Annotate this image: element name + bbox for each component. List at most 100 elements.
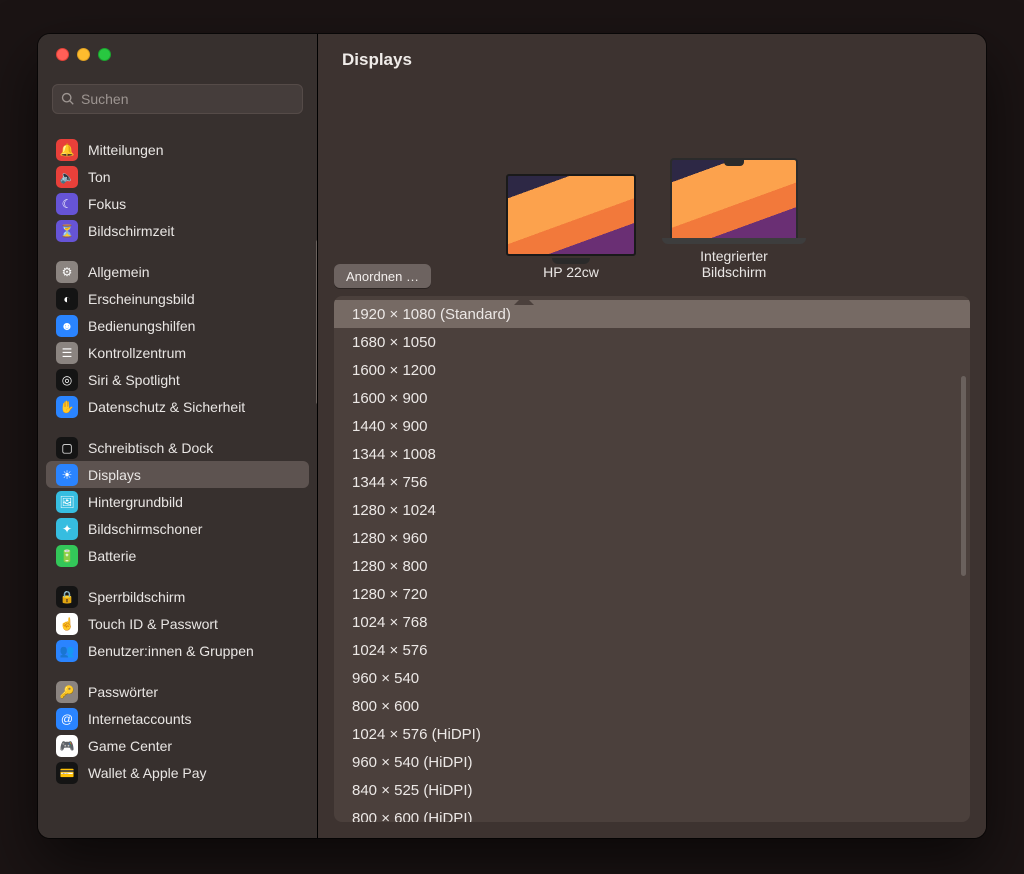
resolution-option[interactable]: 1280 × 1024 <box>334 496 970 524</box>
sidebar-item-wallet-apple-pay[interactable]: 💳 Wallet & Apple Pay <box>46 759 309 786</box>
sidebar-item-label: Wallet & Apple Pay <box>88 765 207 781</box>
sidebar-item-game-center[interactable]: 🎮 Game Center <box>46 732 309 759</box>
sidebar-item-label: Sperrbildschirm <box>88 589 185 605</box>
sidebar-item-label: Mitteilungen <box>88 142 164 158</box>
sidebar-item-label: Ton <box>88 169 111 185</box>
sidebar-item-label: Schreibtisch & Dock <box>88 440 213 456</box>
display-external[interactable]: HP 22cw <box>506 174 636 280</box>
hourglass-icon: ⏳ <box>56 220 78 242</box>
finger-icon: ☝ <box>56 613 78 635</box>
sidebar-item-sperrbildschirm[interactable]: 🔒 Sperrbildschirm <box>46 583 309 610</box>
minimize-icon[interactable] <box>77 48 90 61</box>
resolution-option[interactable]: 800 × 600 <box>334 692 970 720</box>
resolution-option[interactable]: 840 × 525 (HiDPI) <box>334 776 970 804</box>
sparkle-icon: ✦ <box>56 518 78 540</box>
sidebar-item-label: Erscheinungsbild <box>88 291 195 307</box>
gear-icon: ⚙ <box>56 261 78 283</box>
sidebar-item-touch-id-passwort[interactable]: ☝Touch ID & Passwort <box>46 610 309 637</box>
sidebar-item-label: Internetaccounts <box>88 711 192 727</box>
bell-icon: 🔔 <box>56 139 78 161</box>
monitor-icon <box>506 174 636 256</box>
sidebar-item-label: Game Center <box>88 738 172 754</box>
sidebar-item-kontrollzentrum[interactable]: ☰ Kontrollzentrum <box>46 339 309 366</box>
sidebar-item-label: Bedienungshilfen <box>88 318 195 334</box>
window-controls <box>38 34 317 74</box>
resolution-option[interactable]: 1680 × 1050 <box>334 328 970 356</box>
resolution-option[interactable]: 1024 × 576 <box>334 636 970 664</box>
moon-icon: ☾ <box>56 193 78 215</box>
users-icon: 👥 <box>56 640 78 662</box>
resolution-option[interactable]: 800 × 600 (HiDPI) <box>334 804 970 822</box>
sidebar-item-fokus[interactable]: ☾ Fokus <box>46 190 309 217</box>
sidebar-item-label: Batterie <box>88 548 136 564</box>
sidebar-item-label: Fokus <box>88 196 126 212</box>
game-icon: 🎮 <box>56 735 78 757</box>
resolution-option[interactable]: 1024 × 768 <box>334 608 970 636</box>
sidebar-item-label: Bildschirmschoner <box>88 521 202 537</box>
sidebar-item-internetaccounts[interactable]: @Internetaccounts <box>46 705 309 732</box>
resolution-option[interactable]: 1920 × 1080 (Standard) <box>334 300 970 328</box>
sidebar-item-erscheinungsbild[interactable]: ◐ Erscheinungsbild <box>46 285 309 312</box>
sidebar-item-passw-rter[interactable]: 🔑 Passwörter <box>46 678 309 705</box>
sidebar-item-bildschirmschoner[interactable]: ✦ Bildschirmschoner <box>46 515 309 542</box>
sidebar-item-label: Allgemein <box>88 264 149 280</box>
close-icon[interactable] <box>56 48 69 61</box>
dock-icon: ▢ <box>56 437 78 459</box>
wallet-icon: 💳 <box>56 762 78 784</box>
sidebar-item-datenschutz-sicherheit[interactable]: ✋Datenschutz & Sicherheit <box>46 393 309 420</box>
resolution-option[interactable]: 1344 × 1008 <box>334 440 970 468</box>
sidebar-item-label: Bildschirmzeit <box>88 223 174 239</box>
arrange-button[interactable]: Anordnen … <box>334 264 431 288</box>
circle-half-icon: ◐ <box>56 288 78 310</box>
sidebar-item-schreibtisch-dock[interactable]: ▢ Schreibtisch & Dock <box>46 434 309 461</box>
popover-arrow-icon <box>514 296 534 305</box>
sidebar-item-displays[interactable]: ☀ Displays <box>46 461 309 488</box>
sidebar-item-batterie[interactable]: 🔋Batterie <box>46 542 309 569</box>
resolution-option[interactable]: 1344 × 756 <box>334 468 970 496</box>
resolution-option[interactable]: 1280 × 720 <box>334 580 970 608</box>
resolution-option[interactable]: 960 × 540 <box>334 664 970 692</box>
resolution-option[interactable]: 1600 × 900 <box>334 384 970 412</box>
resolution-option[interactable]: 1280 × 800 <box>334 552 970 580</box>
sidebar-item-bedienungshilfen[interactable]: ☻Bedienungshilfen <box>46 312 309 339</box>
sidebar-item-allgemein[interactable]: ⚙ Allgemein <box>46 258 309 285</box>
sliders-icon: ☰ <box>56 342 78 364</box>
main-panel: Displays HP 22cw Integrierter Bildschirm… <box>318 34 986 838</box>
sidebar-item-benutzer-innen-gruppen[interactable]: 👥 Benutzer:innen & Gruppen <box>46 637 309 664</box>
sun-icon: ☀ <box>56 464 78 486</box>
sidebar-item-ton[interactable]: 🔈 Ton <box>46 163 309 190</box>
page-title: Displays <box>318 34 986 86</box>
sidebar-item-bildschirmzeit[interactable]: ⏳ Bildschirmzeit <box>46 217 309 244</box>
display-label: HP 22cw <box>543 264 599 280</box>
image-icon: 🖼 <box>56 491 78 513</box>
search-input[interactable]: Suchen <box>52 84 303 114</box>
lock-icon: 🔒 <box>56 586 78 608</box>
search-placeholder: Suchen <box>81 91 128 107</box>
sidebar-item-label: Hintergrundbild <box>88 494 183 510</box>
sidebar-item-label: Benutzer:innen & Gruppen <box>88 643 254 659</box>
resolution-option[interactable]: 1024 × 576 (HiDPI) <box>334 720 970 748</box>
siri-icon: ◎ <box>56 369 78 391</box>
sidebar-item-label: Datenschutz & Sicherheit <box>88 399 245 415</box>
laptop-icon <box>670 158 798 240</box>
resolution-scrollbar[interactable] <box>961 376 966 576</box>
sidebar: Suchen 🔔 Mitteilungen 🔈 Ton ☾ Fokus ⏳ Bildschir… <box>38 34 318 838</box>
resolution-option[interactable]: 1600 × 1200 <box>334 356 970 384</box>
sidebar-item-siri-spotlight[interactable]: ◎Siri & Spotlight <box>46 366 309 393</box>
sidebar-scrollbar[interactable] <box>316 240 317 404</box>
speaker-icon: 🔈 <box>56 166 78 188</box>
sidebar-item-hintergrundbild[interactable]: 🖼 Hintergrundbild <box>46 488 309 515</box>
resolution-option[interactable]: 1280 × 960 <box>334 524 970 552</box>
display-builtin[interactable]: Integrierter Bildschirm <box>670 158 798 280</box>
display-label: Integrierter Bildschirm <box>679 248 789 280</box>
displays-preview: HP 22cw Integrierter Bildschirm Anordnen… <box>318 86 986 286</box>
resolution-option[interactable]: 960 × 540 (HiDPI) <box>334 748 970 776</box>
resolution-option[interactable]: 1440 × 900 <box>334 412 970 440</box>
key-icon: 🔑 <box>56 681 78 703</box>
sidebar-item-label: Displays <box>88 467 141 483</box>
zoom-icon[interactable] <box>98 48 111 61</box>
sidebar-item-label: Passwörter <box>88 684 158 700</box>
sidebar-list: 🔔 Mitteilungen 🔈 Ton ☾ Fokus ⏳ Bildschirmzeit ⚙ A… <box>38 122 317 838</box>
sidebar-item-label: Kontrollzentrum <box>88 345 186 361</box>
sidebar-item-mitteilungen[interactable]: 🔔 Mitteilungen <box>46 136 309 163</box>
